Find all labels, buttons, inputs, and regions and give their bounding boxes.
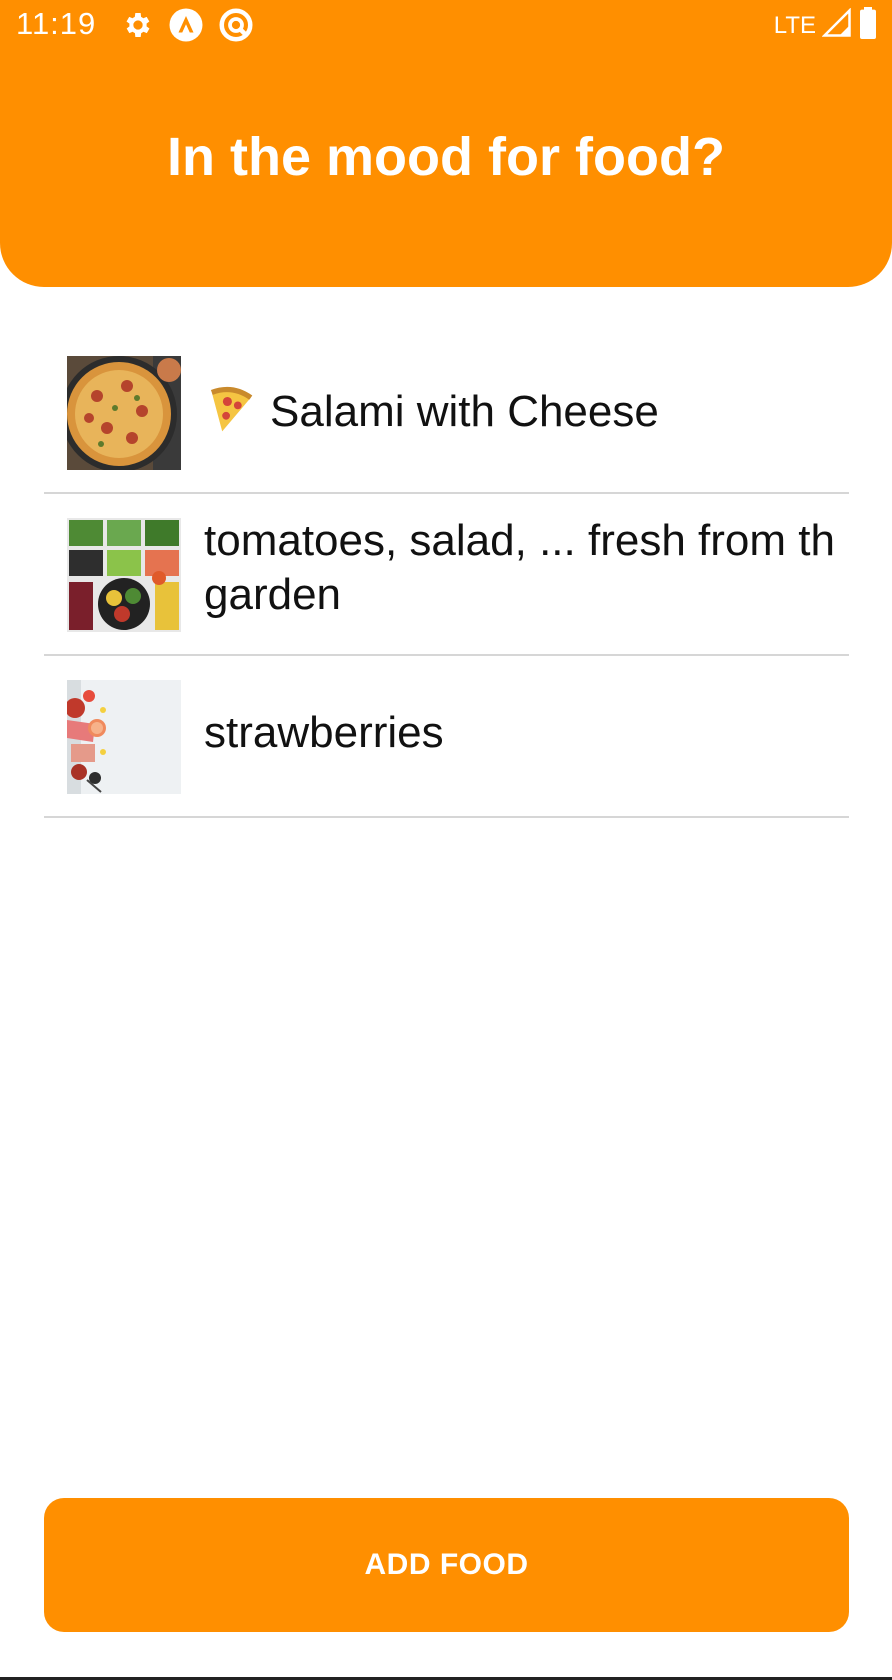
list-item-salami[interactable]: Salami with Cheese xyxy=(44,332,849,494)
signal-icon xyxy=(821,7,852,43)
list-item-strawberries[interactable]: strawberries xyxy=(44,656,849,818)
status-time: 11:19 xyxy=(16,6,97,41)
page-title: In the mood for food? xyxy=(167,127,725,187)
battery-icon xyxy=(858,7,878,44)
food-name-line-1: tomatoes, salad, ... fresh from th xyxy=(204,516,835,565)
strawberries-thumbnail xyxy=(67,680,181,794)
food-label: Salami with Cheese xyxy=(204,382,849,447)
app-header: 11:19 LTE In the mood for food? xyxy=(0,0,892,287)
pizza-icon xyxy=(204,382,256,447)
food-name: strawberries xyxy=(204,708,444,757)
food-list: Salami with Cheese tomatoes, salad, ... … xyxy=(44,332,849,818)
app-a-icon xyxy=(168,7,204,43)
add-food-button[interactable]: ADD FOOD xyxy=(44,1498,849,1632)
food-name: Salami with Cheese xyxy=(270,387,659,437)
vegetables-thumbnail xyxy=(67,518,181,632)
status-bar: 11:19 LTE xyxy=(0,0,892,48)
gear-icon xyxy=(122,9,154,41)
status-right: LTE xyxy=(774,7,878,44)
app-q-icon xyxy=(218,7,254,43)
food-name-line-2: garden xyxy=(204,570,342,619)
food-label: strawberries xyxy=(204,706,849,760)
food-label: tomatoes, salad, ... fresh from th garde… xyxy=(204,514,849,622)
pizza-thumbnail xyxy=(67,356,181,470)
network-type: LTE xyxy=(773,11,816,39)
notification-icons xyxy=(122,7,254,43)
list-item-vegetables[interactable]: tomatoes, salad, ... fresh from th garde… xyxy=(44,494,849,656)
